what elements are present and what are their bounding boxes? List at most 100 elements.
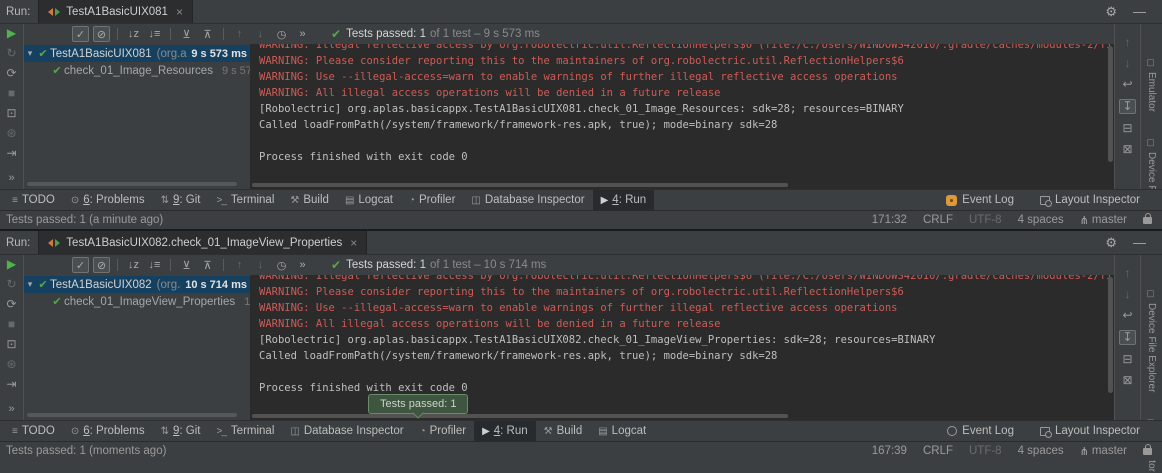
toggle-auto-test-icon[interactable]: ⟳ bbox=[6, 67, 16, 80]
toolwindow-build[interactable]: ⚒Build bbox=[282, 190, 337, 210]
toolwindow-git[interactable]: ⇅9: Git bbox=[153, 190, 209, 210]
more-icon[interactable]: » bbox=[8, 403, 14, 416]
run-tab[interactable]: TestA1BasicUIX081 × bbox=[38, 0, 193, 23]
show-ignored-icon[interactable]: ⊘ bbox=[93, 257, 110, 273]
caret-position[interactable]: 171:32 bbox=[872, 214, 907, 226]
git-branch[interactable]: ⋔master bbox=[1080, 214, 1127, 227]
soft-wrap-icon[interactable]: ↩ bbox=[1122, 309, 1132, 322]
toolwindow-problems[interactable]: ⊙6: Problems bbox=[63, 190, 153, 210]
more-actions-icon[interactable]: » bbox=[294, 257, 311, 273]
line-separator[interactable]: CRLF bbox=[923, 214, 953, 226]
run-tab[interactable]: TestA1BasicUIX082.check_01_ImageView_Pro… bbox=[38, 231, 367, 254]
show-ignored-icon[interactable]: ⊘ bbox=[93, 26, 110, 42]
toolwindow-run[interactable]: ▶4: Run bbox=[593, 190, 655, 210]
indent-style[interactable]: 4 spaces bbox=[1018, 214, 1064, 226]
print-icon[interactable]: ⊟ bbox=[1122, 353, 1132, 366]
test-options-icon[interactable]: ⊛ bbox=[6, 358, 16, 371]
rerun-tests-icon[interactable]: ▶ bbox=[7, 258, 16, 271]
clear-console-icon[interactable]: ⊠ bbox=[1122, 374, 1132, 387]
git-branch[interactable]: ⋔master bbox=[1080, 445, 1127, 458]
toolwindow-profiler[interactable]: ◔Profiler bbox=[412, 421, 474, 441]
more-actions-icon[interactable]: » bbox=[294, 26, 311, 42]
more-icon[interactable]: » bbox=[8, 172, 14, 185]
layout-inspector-button[interactable]: Layout Inspector bbox=[1040, 194, 1140, 206]
expand-all-icon[interactable]: ⊻ bbox=[178, 257, 195, 273]
toolwindow-terminal[interactable]: >_Terminal bbox=[209, 190, 283, 210]
tool-window-button[interactable]: ▢ Device File Explorer bbox=[1146, 289, 1157, 392]
console-horizontal-scrollbar[interactable] bbox=[252, 414, 788, 418]
layout-inspector-button[interactable]: Layout Inspector bbox=[1040, 425, 1140, 437]
test-history-icon[interactable]: ◷ bbox=[273, 26, 290, 42]
line-separator[interactable]: CRLF bbox=[923, 445, 953, 457]
tree-horizontal-scrollbar[interactable] bbox=[27, 182, 237, 186]
previous-failed-test-icon[interactable]: ↑ bbox=[231, 26, 248, 42]
toolwindow-problems[interactable]: ⊙6: Problems bbox=[63, 421, 153, 441]
minimize-icon[interactable]: — bbox=[1133, 235, 1146, 250]
sort-alphabetically-icon[interactable]: ↓z bbox=[125, 26, 142, 42]
soft-wrap-icon[interactable]: ↩ bbox=[1122, 78, 1132, 91]
toggle-auto-test-icon[interactable]: ⟳ bbox=[6, 298, 16, 311]
rerun-failed-tests-icon[interactable]: ↻ bbox=[6, 278, 16, 291]
minimize-icon[interactable]: — bbox=[1133, 4, 1146, 19]
show-passed-icon[interactable]: ✓ bbox=[72, 257, 89, 273]
down-stack-trace-icon[interactable]: ↓ bbox=[1125, 57, 1131, 70]
console-output[interactable]: WARNING: Illegal reflective access by or… bbox=[250, 44, 1114, 189]
print-icon[interactable]: ⊟ bbox=[1122, 122, 1132, 135]
close-tab-icon[interactable]: × bbox=[350, 236, 357, 250]
stop-icon[interactable]: ■ bbox=[8, 318, 15, 331]
caret-position[interactable]: 167:39 bbox=[872, 445, 907, 457]
toolwindow-git[interactable]: ⇅9: Git bbox=[153, 421, 209, 441]
screenshot-icon[interactable]: ⊡ bbox=[6, 338, 16, 351]
close-tab-icon[interactable]: × bbox=[176, 5, 183, 19]
lock-icon[interactable] bbox=[1143, 448, 1152, 455]
previous-failed-test-icon[interactable]: ↑ bbox=[231, 257, 248, 273]
up-stack-trace-icon[interactable]: ↑ bbox=[1125, 36, 1131, 49]
next-failed-test-icon[interactable]: ↓ bbox=[252, 257, 269, 273]
sort-by-duration-icon[interactable]: ↓≡ bbox=[146, 26, 163, 42]
test-tree-child-row[interactable]: ✔ check_01_Image_Resources 9 s 573 ms bbox=[24, 62, 250, 79]
import-test-results-icon[interactable]: ⇥ bbox=[6, 147, 16, 160]
next-failed-test-icon[interactable]: ↓ bbox=[252, 26, 269, 42]
tree-horizontal-scrollbar[interactable] bbox=[27, 413, 237, 417]
sort-by-duration-icon[interactable]: ↓≡ bbox=[146, 257, 163, 273]
import-test-results-icon[interactable]: ⇥ bbox=[6, 378, 16, 391]
chevron-down-icon[interactable]: ▾ bbox=[24, 48, 36, 59]
toolwindow-build[interactable]: ⚒Build bbox=[536, 421, 591, 441]
collapse-all-icon[interactable]: ⊼ bbox=[199, 257, 216, 273]
toolwindow-todo[interactable]: ≡TODO bbox=[4, 421, 63, 441]
lock-icon[interactable] bbox=[1143, 217, 1152, 224]
scroll-to-end-icon[interactable]: ↧ bbox=[1119, 99, 1135, 114]
toolwindow-profiler[interactable]: ◔Profiler bbox=[401, 190, 463, 210]
collapse-all-icon[interactable]: ⊼ bbox=[199, 26, 216, 42]
test-tree-root-row[interactable]: ▾ ✔ TestA1BasicUIX082 (org.aplas.basica … bbox=[24, 276, 250, 293]
event-log-button[interactable]: Event Log bbox=[947, 425, 1014, 437]
scroll-to-end-icon[interactable]: ↧ bbox=[1119, 330, 1135, 345]
settings-gear-icon[interactable]: ⚙ bbox=[1105, 235, 1117, 251]
test-options-icon[interactable]: ⊛ bbox=[6, 127, 16, 140]
expand-all-icon[interactable]: ⊻ bbox=[178, 26, 195, 42]
file-encoding[interactable]: UTF-8 bbox=[969, 445, 1002, 457]
rerun-failed-tests-icon[interactable]: ↻ bbox=[6, 47, 16, 60]
toolwindow-terminal[interactable]: >_Terminal bbox=[209, 421, 283, 441]
toolwindow-database-inspector[interactable]: ◫Database Inspector bbox=[463, 190, 592, 210]
settings-gear-icon[interactable]: ⚙ bbox=[1105, 4, 1117, 20]
sort-alphabetically-icon[interactable]: ↓z bbox=[125, 257, 142, 273]
console-vertical-scrollbar[interactable] bbox=[1108, 277, 1113, 393]
screenshot-icon[interactable]: ⊡ bbox=[6, 107, 16, 120]
toolwindow-logcat[interactable]: ▤Logcat bbox=[590, 421, 654, 441]
toolwindow-run[interactable]: ▶4: Run bbox=[474, 421, 536, 441]
test-history-icon[interactable]: ◷ bbox=[273, 257, 290, 273]
console-vertical-scrollbar[interactable] bbox=[1108, 46, 1113, 162]
indent-style[interactable]: 4 spaces bbox=[1018, 445, 1064, 457]
rerun-tests-icon[interactable]: ▶ bbox=[7, 27, 16, 40]
chevron-down-icon[interactable]: ▾ bbox=[24, 279, 36, 290]
test-tree-root-row[interactable]: ▾ ✔ TestA1BasicUIX081 (org.aplas.basica … bbox=[24, 45, 250, 62]
up-stack-trace-icon[interactable]: ↑ bbox=[1125, 267, 1131, 280]
file-encoding[interactable]: UTF-8 bbox=[969, 214, 1002, 226]
stop-icon[interactable]: ■ bbox=[8, 87, 15, 100]
console-horizontal-scrollbar[interactable] bbox=[252, 183, 788, 187]
event-log-button[interactable]: Event Log bbox=[946, 194, 1014, 206]
down-stack-trace-icon[interactable]: ↓ bbox=[1125, 288, 1131, 301]
toolwindow-todo[interactable]: ≡TODO bbox=[4, 190, 63, 210]
toolwindow-logcat[interactable]: ▤Logcat bbox=[337, 190, 401, 210]
